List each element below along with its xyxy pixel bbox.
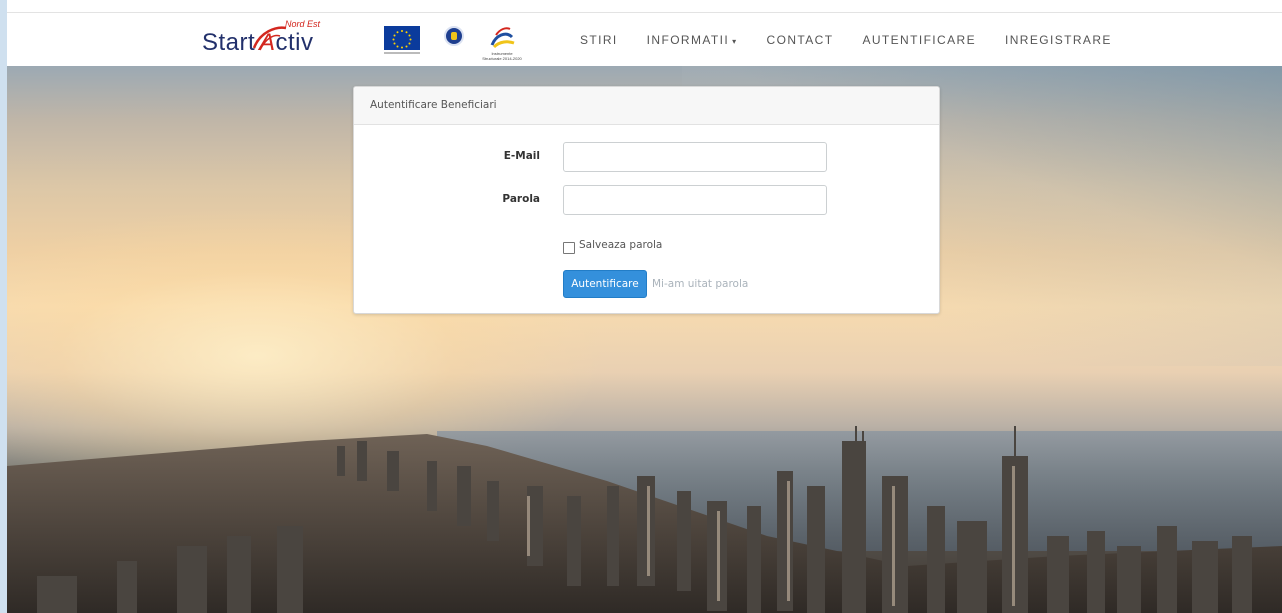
- is-swoosh-icon: [490, 27, 515, 49]
- instrumente-structurale-logo: Instrumente Structurale 2014-2020: [482, 23, 522, 61]
- remember-password-checkbox[interactable]: [563, 242, 575, 254]
- left-edge-bar: [0, 0, 7, 613]
- chevron-down-icon: ▾: [732, 37, 738, 46]
- password-field[interactable]: [563, 185, 827, 215]
- is-logo-caption: Instrumente Structurale 2014-2020: [482, 51, 522, 61]
- city-skyline-icon: [7, 426, 1282, 613]
- nav-item-informatii[interactable]: INFORMATII ▾: [647, 33, 738, 47]
- startactiv-logo[interactable]: Start Activ Nord Est: [202, 19, 342, 56]
- remember-password-label[interactable]: Salveaza parola: [579, 239, 662, 251]
- logo-text-nord-est: Nord Est: [285, 19, 321, 29]
- email-label: E-Mail: [503, 150, 540, 162]
- login-card-title: Autentificare Beneficiari: [354, 87, 939, 125]
- password-label: Parola: [502, 193, 540, 205]
- top-navbar: Start Activ Nord Est Instrumente Structu…: [7, 12, 1282, 66]
- logo-text-start: Start: [202, 29, 256, 56]
- main-nav: STIRI INFORMATII ▾ CONTACT AUTENTIFICARE …: [580, 13, 1141, 67]
- nav-item-stiri[interactable]: STIRI: [580, 33, 618, 47]
- romanian-government-seal-logo: [444, 26, 464, 46]
- login-button[interactable]: Autentificare: [563, 270, 647, 298]
- eu-flag-caption-line: [384, 52, 420, 54]
- nav-item-autentificare[interactable]: AUTENTIFICARE: [862, 33, 976, 47]
- forgot-password-link[interactable]: Mi-am uitat parola: [652, 278, 748, 290]
- window-top-strip: [0, 0, 1282, 12]
- eu-flag-logo: [384, 26, 420, 50]
- logo-text-activ: Activ: [259, 29, 314, 56]
- email-field[interactable]: [563, 142, 827, 172]
- login-card: Autentificare Beneficiari E-Mail Parola …: [353, 86, 940, 314]
- nav-item-contact[interactable]: CONTACT: [767, 33, 834, 47]
- nav-item-inregistrare[interactable]: INREGISTRARE: [1005, 33, 1112, 47]
- eu-stars-icon: [392, 30, 412, 49]
